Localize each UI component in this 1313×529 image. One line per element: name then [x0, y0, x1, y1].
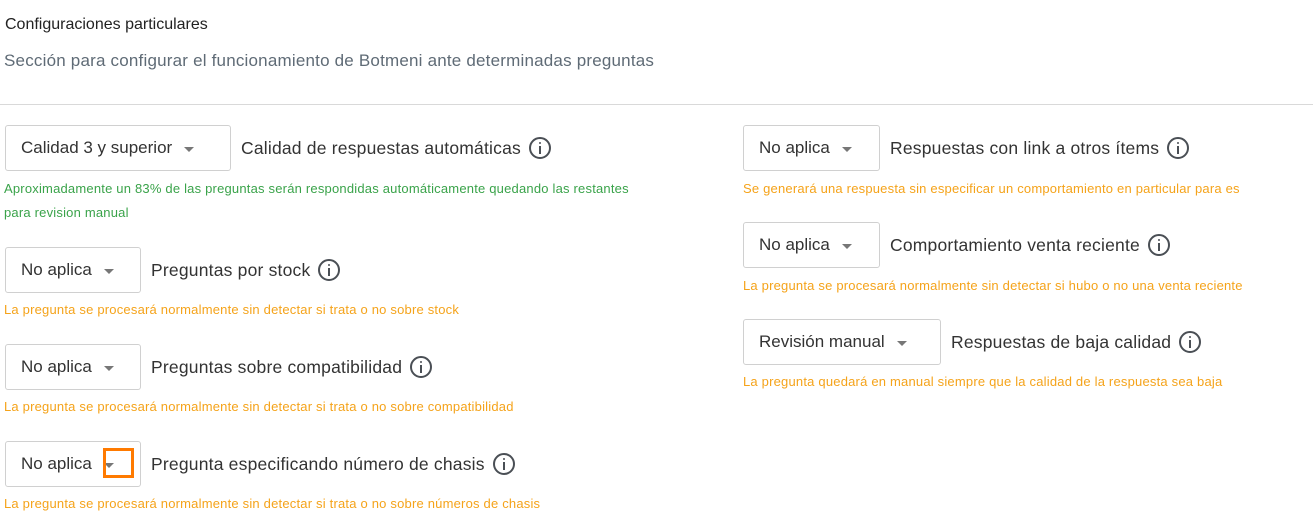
setting-row-link-items: No aplica Respuestas con link a otros ít… [743, 125, 1190, 171]
info-circle-icon[interactable] [1179, 331, 1202, 353]
stock-select-value: No aplica [21, 260, 92, 279]
info-circle-icon[interactable] [318, 259, 341, 281]
venta-reciente-select-value: No aplica [759, 235, 830, 254]
info-circle-icon[interactable] [492, 453, 515, 475]
info-circle-icon[interactable] [528, 137, 551, 159]
stock-label: Preguntas por stock [151, 259, 311, 280]
caret-down-icon [896, 340, 907, 346]
stock-hint: La pregunta se procesará normalmente sin… [4, 302, 460, 317]
chasis-label: Pregunta especificando número de chasis [151, 453, 485, 474]
venta-reciente-hint: La pregunta se procesará normalmente sin… [743, 278, 1243, 293]
highlight-box [103, 448, 134, 478]
page-subtitle: Sección para configurar el funcionamient… [4, 51, 655, 70]
baja-calidad-hint: La pregunta quedará en manual siempre qu… [743, 374, 1223, 389]
link-items-select[interactable]: No aplica [743, 125, 880, 171]
compatibilidad-hint: La pregunta se procesará normalmente sin… [4, 399, 514, 414]
setting-row-compatibilidad: No aplica Preguntas sobre compatibilidad [5, 344, 433, 390]
calidad-label: Calidad de respuestas automáticas [241, 137, 521, 158]
compatibilidad-label: Preguntas sobre compatibilidad [151, 356, 403, 377]
info-circle-icon[interactable] [410, 356, 433, 378]
baja-calidad-label: Respuestas de baja calidad [951, 331, 1172, 352]
link-items-select-value: No aplica [759, 138, 830, 157]
baja-calidad-select-value: Revisión manual [759, 332, 885, 351]
compatibilidad-select-value: No aplica [21, 357, 92, 376]
setting-row-stock: No aplica Preguntas por stock [5, 247, 341, 293]
baja-calidad-select[interactable]: Revisión manual [743, 319, 941, 365]
chasis-hint: La pregunta se procesará normalmente sin… [4, 496, 541, 511]
caret-down-icon [841, 146, 852, 152]
venta-reciente-label: Comportamiento venta reciente [890, 234, 1140, 255]
compatibilidad-select[interactable]: No aplica [5, 344, 141, 390]
setting-row-venta-reciente: No aplica Comportamiento venta reciente [743, 222, 1170, 268]
link-items-label: Respuestas con link a otros ítems [890, 137, 1160, 158]
info-circle-icon[interactable] [1147, 234, 1170, 256]
caret-down-icon [184, 146, 195, 152]
calidad-select-value: Calidad 3 y superior [21, 138, 173, 157]
setting-row-calidad: Calidad 3 y superior Calidad de respuest… [5, 125, 551, 171]
caret-down-icon [103, 268, 114, 274]
venta-reciente-select[interactable]: No aplica [743, 222, 880, 268]
caret-down-icon [103, 365, 114, 371]
stock-select[interactable]: No aplica [5, 247, 141, 293]
caret-down-icon [841, 243, 852, 249]
info-circle-icon[interactable] [1167, 137, 1190, 159]
calidad-hint-line1: Aproximadamente un 83% de las preguntas … [4, 181, 629, 196]
chasis-select-value: No aplica [21, 454, 92, 473]
link-items-hint: Se generará una respuesta sin especifica… [743, 181, 1240, 196]
page-title: Configuraciones particulares [5, 16, 208, 33]
calidad-select[interactable]: Calidad 3 y superior [5, 125, 231, 171]
divider [0, 104, 1313, 105]
setting-row-chasis: No aplica Pregunta especificando número … [5, 441, 515, 487]
setting-row-baja-calidad: Revisión manual Respuestas de baja calid… [743, 319, 1202, 365]
calidad-hint-line2: para revision manual [4, 205, 129, 220]
